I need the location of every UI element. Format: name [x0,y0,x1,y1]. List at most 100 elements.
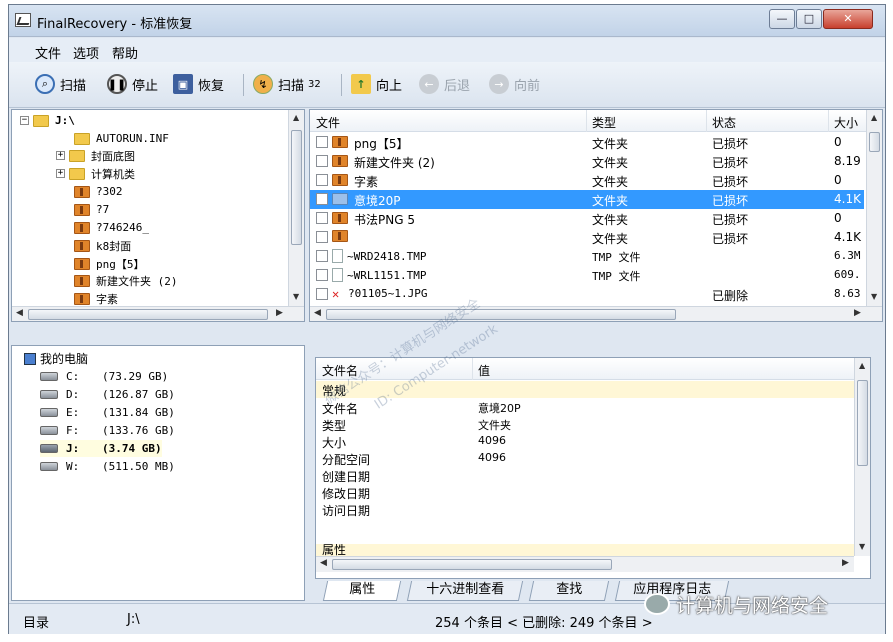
tree-item[interactable]: ?746246_ [74,219,149,236]
drive-item[interactable]: F: (133.76 GB) [40,422,175,439]
tree-root[interactable]: − J:\ [20,112,75,129]
status-summary: 254 个条目 < 已删除: 249 个条目 > [435,616,653,631]
file-row[interactable]: 新建文件夹 (2) 文件夹 已损坏 8.19 [310,152,864,171]
row-checkbox[interactable] [316,212,328,224]
scroll-thumb[interactable] [291,130,302,245]
scroll-thumb[interactable] [869,132,880,152]
drive-item-selected[interactable]: J: (3.74 GB) [40,440,162,457]
file-row[interactable]: 文件夹 已损坏 4.1K [310,228,864,247]
scroll-right-icon[interactable]: ▶ [854,308,861,318]
row-checkbox[interactable] [316,174,328,186]
row-checkbox[interactable] [316,288,328,300]
tab-find[interactable]: 查找 [528,581,610,601]
column-divider[interactable] [706,110,707,132]
column-divider[interactable] [472,358,473,380]
file-row[interactable]: ~WRD2418.TMP TMP 文件 6.3M [310,247,864,266]
column-size[interactable]: 大小 [834,114,858,131]
file-type: TMP 文件 [592,251,641,264]
maximize-button[interactable]: □ [796,9,822,29]
file-row[interactable]: 字素 文件夹 已损坏 0 [310,171,864,190]
up-button[interactable]: ↑ 向上 [351,72,402,96]
file-list-vertical-scrollbar[interactable]: ▲ ▼ [866,110,882,306]
menu-file[interactable]: 文件 [35,43,61,62]
row-checkbox[interactable] [316,231,328,243]
properties-vertical-scrollbar[interactable]: ▲ ▼ [854,358,870,556]
file-list[interactable]: 文件 类型 状态 大小 png【5】 文件夹 已损坏 0 新建文件夹 (2) 文… [309,109,883,322]
scroll-right-icon[interactable]: ▶ [842,558,849,568]
column-file[interactable]: 文件 [316,114,340,131]
scroll-down-icon[interactable]: ▼ [859,542,865,551]
my-computer-node[interactable]: 我的电脑 [24,350,88,367]
file-list-header: 文件 类型 状态 大小 [310,110,882,132]
minimize-button[interactable]: — [769,9,795,29]
row-checkbox[interactable] [316,269,328,281]
scroll-up-icon[interactable]: ▲ [871,113,877,122]
tree-item[interactable]: AUTORUN.INF [74,130,169,147]
column-divider[interactable] [586,110,587,132]
damaged-folder-icon [332,136,348,148]
menu-options[interactable]: 选项 [73,43,99,62]
tree-item[interactable]: ?302 [74,183,123,200]
scroll-up-icon[interactable]: ▲ [293,113,299,122]
scroll-up-icon[interactable]: ▲ [859,361,865,370]
expand-icon[interactable]: + [56,151,65,160]
forward-button[interactable]: → 向前 [489,72,540,96]
row-checkbox[interactable] [316,250,328,262]
drive-item[interactable]: D: (126.87 GB) [40,386,175,403]
recover-button[interactable]: ▣ 恢复 [173,72,224,96]
expand-icon[interactable]: + [56,169,65,178]
scroll-left-icon[interactable]: ◀ [16,308,23,318]
tree-item[interactable]: png【5】 [74,255,145,272]
scroll-left-icon[interactable]: ◀ [320,558,327,568]
tree-vertical-scrollbar[interactable]: ▲ ▼ [288,110,304,306]
row-checkbox[interactable] [316,193,328,205]
scroll-thumb[interactable] [326,309,676,320]
properties-panel[interactable]: 文件名 值 常规 文件名 意境20P 类型 文件夹 大小 4096 分配空间 4096 … [315,357,871,579]
scan-bits-icon: ↯ [253,74,273,94]
toolbar-separator [341,74,342,96]
file-list-horizontal-scrollbar[interactable]: ◀ ▶ [310,306,882,321]
tab-hex-view[interactable]: 十六进制查看 [406,581,524,601]
scroll-thumb[interactable] [28,309,268,320]
folder-icon [69,149,85,162]
tree-item[interactable]: 新建文件夹 (2) [74,272,178,289]
row-checkbox[interactable] [316,155,328,167]
back-button[interactable]: ← 后退 [419,72,470,96]
drives-tree[interactable]: 我的电脑 C: (73.29 GB) D: (126.87 GB) E: (131.8… [11,345,305,601]
file-row-selected[interactable]: 意境20P 文件夹 已损坏 4.1K [310,190,864,209]
file-row[interactable]: ✕ ?01105~1.JPG 已删除 8.63 [310,285,864,304]
tree-horizontal-scrollbar[interactable]: ◀ ▶ [12,306,304,321]
file-row[interactable]: png【5】 文件夹 已损坏 0 [310,133,864,152]
tab-properties[interactable]: 属性 [322,581,402,601]
tree-item[interactable]: + 封面底图 [56,147,135,164]
scroll-down-icon[interactable]: ▼ [871,292,877,301]
tree-item[interactable]: + 计算机类 [56,165,135,182]
scan-button[interactable]: ⌕ 扫描 [35,72,86,96]
folder-tree[interactable]: − J:\ AUTORUN.INF + 封面底图 + 计算机类 ?302 ?7 ?7… [11,109,305,322]
scroll-left-icon[interactable]: ◀ [314,308,321,318]
tree-item[interactable]: k8封面 [74,237,131,254]
stop-button[interactable]: ❚❚ 停止 [107,72,158,96]
drive-item[interactable]: E: (131.84 GB) [40,404,175,421]
column-type[interactable]: 类型 [592,114,616,131]
scan32-button[interactable]: ↯ 扫描 32 [253,72,321,96]
tree-root-label: J:\ [55,114,75,127]
close-button[interactable]: ✕ [823,9,873,29]
tree-item[interactable]: 字素 [74,290,118,307]
menu-help[interactable]: 帮助 [112,43,138,62]
tree-item[interactable]: ?7 [74,201,109,218]
file-row[interactable]: ~WRL1151.TMP TMP 文件 609. [310,266,864,285]
scroll-thumb[interactable] [332,559,612,570]
row-checkbox[interactable] [316,136,328,148]
column-divider[interactable] [828,110,829,132]
drive-item[interactable]: W: (511.50 MB) [40,458,175,475]
scroll-right-icon[interactable]: ▶ [276,308,283,318]
column-name[interactable]: 文件名 [322,362,358,379]
column-value[interactable]: 值 [478,362,490,379]
file-row[interactable]: 书法PNG 5 文件夹 已损坏 0 [310,209,864,228]
properties-horizontal-scrollbar[interactable]: ◀ ▶ [316,556,854,572]
scroll-thumb[interactable] [857,380,868,466]
column-status[interactable]: 状态 [712,114,736,131]
scroll-down-icon[interactable]: ▼ [293,292,299,301]
drive-item[interactable]: C: (73.29 GB) [40,368,168,385]
